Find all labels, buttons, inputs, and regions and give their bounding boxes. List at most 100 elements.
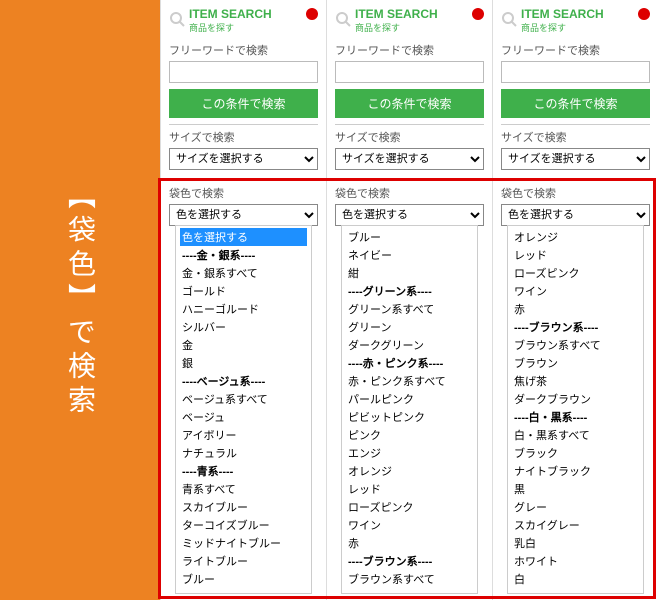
- color-option[interactable]: 白: [512, 570, 639, 588]
- color-option[interactable]: ピンク: [346, 426, 473, 444]
- color-option[interactable]: 乳白: [512, 534, 639, 552]
- color-option[interactable]: 赤: [346, 534, 473, 552]
- color-option[interactable]: 白・黒系すべて: [512, 426, 639, 444]
- color-option[interactable]: ローズピンク: [346, 498, 473, 516]
- notification-dot-icon: [472, 8, 484, 20]
- search-button[interactable]: この条件で検索: [169, 89, 318, 118]
- color-option[interactable]: 色を選択する: [180, 228, 307, 246]
- notification-dot-icon: [306, 8, 318, 20]
- color-option[interactable]: ----ブラウン系----: [346, 552, 473, 570]
- color-option[interactable]: ピビットピンク: [346, 408, 473, 426]
- item-search-title: ITEM SEARCH: [521, 8, 604, 21]
- color-option[interactable]: オレンジ: [346, 462, 473, 480]
- freeword-input[interactable]: [501, 61, 650, 83]
- color-option[interactable]: グレー: [512, 498, 639, 516]
- color-option[interactable]: ホワイト: [512, 552, 639, 570]
- color-option[interactable]: ----ブラウン系----: [512, 318, 639, 336]
- search-button[interactable]: この条件で検索: [335, 89, 484, 118]
- item-search-subtitle: 商品を探す: [355, 21, 438, 34]
- color-option[interactable]: ----グリーン系----: [346, 282, 473, 300]
- color-search-section: 袋色で検索 色を選択する 色を選択する----金・銀系----金・銀系すべてゴー…: [169, 180, 318, 600]
- color-option[interactable]: ナチュラル: [180, 444, 307, 462]
- color-option[interactable]: ブルー: [180, 570, 307, 588]
- color-option[interactable]: スカイブルー: [180, 498, 307, 516]
- color-option[interactable]: ブラック: [512, 444, 639, 462]
- color-option[interactable]: ブルー: [346, 228, 473, 246]
- freeword-label: フリーワードで検索: [501, 42, 650, 58]
- freeword-input[interactable]: [169, 61, 318, 83]
- color-option[interactable]: 焦げ茶: [512, 372, 639, 390]
- color-option[interactable]: ゴールド: [180, 282, 307, 300]
- color-option[interactable]: 黒: [512, 480, 639, 498]
- color-search-section: 袋色で検索 色を選択する ブルーネイビー紺----グリーン系----グリーン系す…: [335, 180, 484, 600]
- main-container: 【袋色】で検索 ITEM SEARCH 商品を探す フリーワードで検索 この条件: [0, 0, 658, 600]
- color-option[interactable]: ターコイズブルー: [180, 516, 307, 534]
- size-search-label: サイズで検索: [169, 129, 318, 145]
- color-option[interactable]: ライトブルー: [180, 552, 307, 570]
- search-panel: ITEM SEARCH 商品を探す フリーワードで検索 この条件で検索 サイズで…: [160, 0, 326, 600]
- item-search-header: ITEM SEARCH 商品を探す: [169, 8, 318, 34]
- color-search-label: 袋色で検索: [169, 185, 318, 201]
- color-search-section: 袋色で検索 色を選択する オレンジレッドローズピンクワイン赤----ブラウン系-…: [501, 180, 650, 600]
- color-option[interactable]: グリーン系すべて: [346, 300, 473, 318]
- color-option[interactable]: ローズピンク: [512, 264, 639, 282]
- freeword-label: フリーワードで検索: [169, 42, 318, 58]
- color-option[interactable]: ダークグリーン: [346, 336, 473, 354]
- color-option[interactable]: パールピンク: [346, 390, 473, 408]
- item-search-header: ITEM SEARCH 商品を探す: [501, 8, 650, 34]
- color-option[interactable]: ハニーゴルード: [180, 300, 307, 318]
- color-option[interactable]: グリーン: [346, 318, 473, 336]
- size-search-label: サイズで検索: [335, 129, 484, 145]
- search-button[interactable]: この条件で検索: [501, 89, 650, 118]
- color-option[interactable]: ----青系----: [180, 462, 307, 480]
- color-option[interactable]: アイボリー: [180, 426, 307, 444]
- color-option[interactable]: ベージュ系すべて: [180, 390, 307, 408]
- color-option[interactable]: 金: [180, 336, 307, 354]
- color-option[interactable]: ミッドナイトブルー: [180, 534, 307, 552]
- color-option[interactable]: ダークブラウン: [512, 390, 639, 408]
- color-option[interactable]: 金・銀系すべて: [180, 264, 307, 282]
- size-select[interactable]: サイズを選択する: [169, 148, 318, 170]
- color-select[interactable]: 色を選択する: [169, 204, 318, 226]
- color-option[interactable]: ブラウン系すべて: [512, 336, 639, 354]
- color-option[interactable]: オレンジ: [512, 228, 639, 246]
- color-option[interactable]: ネイビー: [346, 246, 473, 264]
- color-option[interactable]: レッド: [512, 246, 639, 264]
- color-option[interactable]: ----ベージュ系----: [180, 372, 307, 390]
- color-option[interactable]: シルバー: [180, 318, 307, 336]
- color-option[interactable]: ----金・銀系----: [180, 246, 307, 264]
- color-option[interactable]: ----白・黒系----: [512, 408, 639, 426]
- color-option[interactable]: 赤・ピンク系すべて: [346, 372, 473, 390]
- color-option[interactable]: 青系すべて: [180, 480, 307, 498]
- color-option[interactable]: レッド: [346, 480, 473, 498]
- color-options-listbox[interactable]: オレンジレッドローズピンクワイン赤----ブラウン系----ブラウン系すべてブラ…: [507, 225, 644, 594]
- color-option[interactable]: ブラウン: [512, 354, 639, 372]
- size-select[interactable]: サイズを選択する: [501, 148, 650, 170]
- color-option[interactable]: ナイトブラック: [512, 462, 639, 480]
- color-option[interactable]: ブラウン系すべて: [346, 570, 473, 588]
- color-option[interactable]: 紺: [346, 264, 473, 282]
- freeword-input[interactable]: [335, 61, 484, 83]
- search-icon: [169, 11, 185, 32]
- item-search-subtitle: 商品を探す: [189, 21, 272, 34]
- size-select[interactable]: サイズを選択する: [335, 148, 484, 170]
- color-option[interactable]: スカイグレー: [512, 516, 639, 534]
- search-panel: ITEM SEARCH 商品を探す フリーワードで検索 この条件で検索 サイズで…: [326, 0, 492, 600]
- color-option[interactable]: ----赤・ピンク系----: [346, 354, 473, 372]
- color-options-listbox[interactable]: 色を選択する----金・銀系----金・銀系すべてゴールドハニーゴルードシルバー…: [175, 225, 312, 594]
- color-option[interactable]: ワイン: [346, 516, 473, 534]
- sidebar-title: 【袋色】で検索: [60, 181, 100, 419]
- color-option[interactable]: エンジ: [346, 444, 473, 462]
- color-option[interactable]: ワイン: [512, 282, 639, 300]
- color-search-label: 袋色で検索: [501, 185, 650, 201]
- color-options-listbox[interactable]: ブルーネイビー紺----グリーン系----グリーン系すべてグリーンダークグリーン…: [341, 225, 478, 594]
- color-option[interactable]: 銀: [180, 354, 307, 372]
- freeword-label: フリーワードで検索: [335, 42, 484, 58]
- size-search-label: サイズで検索: [501, 129, 650, 145]
- color-select[interactable]: 色を選択する: [501, 204, 650, 226]
- color-search-label: 袋色で検索: [335, 185, 484, 201]
- color-option[interactable]: ベージュ: [180, 408, 307, 426]
- color-select[interactable]: 色を選択する: [335, 204, 484, 226]
- color-option[interactable]: 赤: [512, 300, 639, 318]
- panels-wrap: ITEM SEARCH 商品を探す フリーワードで検索 この条件で検索 サイズで…: [160, 0, 658, 600]
